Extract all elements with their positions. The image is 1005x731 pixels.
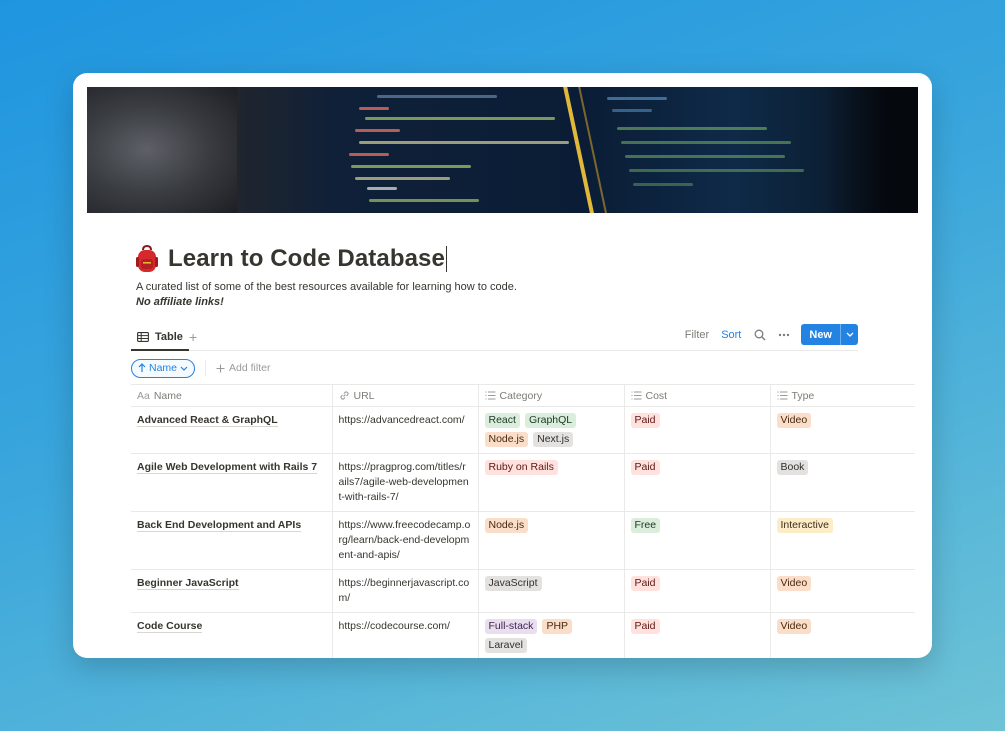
multi-select-icon (777, 391, 787, 400)
tag-type: Video (776, 413, 812, 428)
table-row[interactable]: Code Course https://codecourse.com/ Full… (131, 612, 915, 658)
backpack-icon[interactable] (135, 244, 159, 273)
cell-type[interactable]: Video (769, 406, 915, 454)
cell-type[interactable]: Book (769, 453, 915, 512)
add-filter-label: Add filter (229, 362, 271, 374)
cell-name[interactable]: Code Course (131, 612, 332, 658)
cell-cost[interactable]: Free (623, 511, 770, 570)
tag-cost: Paid (630, 619, 660, 634)
chevron-down-icon (180, 366, 188, 371)
column-header-type[interactable]: Type (769, 384, 915, 407)
cell-cost[interactable]: Paid (623, 453, 770, 512)
page-note[interactable]: No affiliate links! (136, 296, 224, 308)
cell-url[interactable]: https://beginnerjavascript.com/ (331, 569, 478, 613)
cell-category[interactable]: Full-stack PHP Laravel (477, 612, 624, 658)
text-caret (445, 246, 448, 272)
tag-cost: Free (630, 518, 661, 533)
cell-category[interactable]: Ruby on Rails (477, 453, 624, 512)
tag-category: Full-stack (484, 619, 538, 634)
table-row[interactable]: Beginner JavaScript https://beginnerjava… (131, 569, 915, 613)
multi-select-icon (485, 391, 495, 400)
tag-type: Video (776, 619, 812, 634)
cell-type[interactable]: Video (769, 569, 915, 613)
multi-select-icon (631, 391, 641, 400)
cell-type[interactable]: Interactive (769, 511, 915, 570)
cell-cost[interactable]: Paid (623, 406, 770, 454)
tag-category: Node.js (484, 432, 529, 447)
arrow-up-icon (138, 363, 146, 372)
sort-button[interactable]: Sort (721, 329, 741, 341)
column-header-category[interactable]: Category (477, 384, 624, 407)
database-toolbar: Filter Sort New (685, 324, 858, 345)
more-options-icon[interactable] (777, 328, 791, 342)
sort-pill[interactable]: Name (131, 358, 196, 378)
page-title[interactable]: Learn to Code Database (168, 245, 445, 273)
cell-category[interactable]: JavaScript (477, 569, 624, 613)
new-button-label[interactable]: New (801, 324, 840, 345)
table-row[interactable]: Advanced React & GraphQL https://advance… (131, 406, 915, 454)
text-type-icon: Aa (137, 389, 150, 402)
column-header-name[interactable]: Aa Name (131, 384, 332, 407)
tab-table[interactable]: Table (131, 325, 189, 351)
tag-category: Laravel (484, 638, 527, 653)
tag-category: PHP (542, 619, 573, 634)
tag-category: GraphQL (524, 413, 577, 428)
cover-image[interactable] (87, 87, 918, 213)
link-icon (339, 391, 349, 400)
cell-url[interactable]: https://pragprog.com/titles/rails7/agile… (331, 453, 478, 512)
column-header-url[interactable]: URL (331, 384, 478, 407)
tag-type: Interactive (776, 518, 833, 533)
filter-row: Name Add filter (131, 358, 270, 378)
cell-name[interactable]: Agile Web Development with Rails 7 (131, 453, 332, 512)
tag-cost: Paid (630, 413, 660, 428)
tab-table-label: Table (155, 331, 183, 343)
sort-pill-label: Name (149, 362, 178, 374)
tag-category: JavaScript (484, 576, 542, 591)
cell-name[interactable]: Back End Development and APIs (131, 511, 332, 570)
page-header: Learn to Code Database (135, 244, 448, 273)
filter-button[interactable]: Filter (685, 329, 709, 341)
new-button[interactable]: New (801, 324, 858, 345)
plus-icon (216, 364, 225, 372)
add-view-button[interactable]: + (189, 329, 197, 345)
cell-url[interactable]: https://codecourse.com/ (331, 612, 478, 658)
column-header-cost[interactable]: Cost (623, 384, 770, 407)
page-description[interactable]: A curated list of some of the best resou… (136, 281, 517, 293)
tag-category: Ruby on Rails (484, 460, 558, 475)
cell-url[interactable]: https://advancedreact.com/ (331, 406, 478, 454)
notion-page-window: Learn to Code Database A curated list of… (73, 73, 932, 658)
table-row[interactable]: Agile Web Development with Rails 7 https… (131, 453, 915, 512)
tag-category: Next.js (533, 432, 574, 447)
add-filter-button[interactable]: Add filter (216, 362, 270, 374)
cell-name[interactable]: Advanced React & GraphQL (131, 406, 332, 454)
tag-cost: Paid (630, 576, 660, 591)
cell-category[interactable]: React GraphQL Node.js Next.js (477, 406, 624, 454)
database-table: Aa Name URL Category Cost Type Advanced … (131, 384, 915, 658)
table-row[interactable]: Back End Development and APIs https://ww… (131, 511, 915, 570)
chevron-down-icon[interactable] (840, 324, 858, 345)
tag-type: Book (776, 460, 809, 475)
table-icon (137, 332, 149, 342)
cell-name[interactable]: Beginner JavaScript (131, 569, 332, 613)
tag-cost: Paid (630, 460, 660, 475)
search-icon[interactable] (753, 328, 767, 342)
cell-cost[interactable]: Paid (623, 569, 770, 613)
cell-category[interactable]: Node.js (477, 511, 624, 570)
tag-type: Video (776, 576, 812, 591)
view-bar: Table + Filter Sort New (131, 324, 858, 351)
cell-cost[interactable]: Paid (623, 612, 770, 658)
table-header-row: Aa Name URL Category Cost Type (131, 384, 915, 407)
cover-laptop-blur (87, 87, 237, 213)
tag-category: Node.js (484, 518, 529, 533)
tag-category: React (484, 413, 520, 428)
cell-url[interactable]: https://www.freecodecamp.org/learn/back-… (331, 511, 478, 570)
cell-type[interactable]: Video (769, 612, 915, 658)
